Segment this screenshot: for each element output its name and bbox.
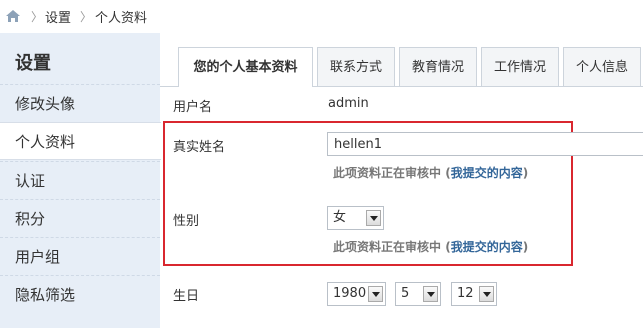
tab-work[interactable]: 工作情况 bbox=[481, 47, 559, 86]
sidebar-item-profile[interactable]: 个人资料 bbox=[0, 122, 161, 160]
birthday-day-select[interactable]: 12 bbox=[451, 282, 497, 306]
username-value: admin bbox=[328, 96, 369, 111]
submitted-content-paren: ) bbox=[522, 240, 529, 254]
submitted-content-link[interactable]: 我提交的内容 bbox=[451, 240, 523, 254]
tab-basic-info[interactable]: 您的个人基本资料 bbox=[178, 47, 313, 87]
breadcrumb-profile[interactable]: 个人资料 bbox=[95, 7, 147, 26]
gender-label: 性别 bbox=[173, 214, 200, 229]
tab-contact[interactable]: 联系方式 bbox=[317, 47, 395, 86]
realname-label: 真实姓名 bbox=[173, 140, 226, 155]
home-icon[interactable] bbox=[5, 9, 21, 23]
submitted-content-paren: ) bbox=[522, 166, 529, 180]
gender-select[interactable]: 女 bbox=[327, 206, 384, 230]
sidebar-item-avatar[interactable]: 修改头像 bbox=[0, 84, 160, 122]
sidebar-item-privacy[interactable]: 隐私筛选 bbox=[0, 275, 160, 313]
sidebar: 设置 修改头像 个人资料 认证 积分 用户组 隐私筛选 bbox=[0, 33, 161, 328]
realname-input[interactable] bbox=[327, 132, 643, 156]
username-label: 用户名 bbox=[173, 100, 213, 115]
birthday-year-value: 1980 bbox=[333, 286, 367, 301]
tab-personal-info[interactable]: 个人信息 bbox=[563, 47, 641, 86]
tab-education[interactable]: 教育情况 bbox=[399, 47, 477, 86]
review-status-text: 此项资料正在审核中 bbox=[333, 240, 442, 254]
chevron-right-icon: 〉 bbox=[31, 10, 44, 24]
birthday-day-value: 12 bbox=[457, 286, 474, 301]
sidebar-item-points[interactable]: 积分 bbox=[0, 199, 160, 237]
breadcrumb-settings[interactable]: 设置 bbox=[45, 7, 71, 26]
sidebar-item-verification[interactable]: 认证 bbox=[0, 161, 160, 199]
gender-select-value: 女 bbox=[333, 210, 347, 225]
birthday-month-select[interactable]: 5 bbox=[395, 282, 441, 306]
breadcrumb: 〉 设置 〉 个人资料 bbox=[0, 0, 643, 32]
realname-review-note: 此项资料正在审核中 (我提交的内容) bbox=[333, 164, 528, 181]
submitted-content-link[interactable]: 我提交的内容 bbox=[451, 166, 523, 180]
review-status-text: 此项资料正在审核中 bbox=[333, 166, 442, 180]
sidebar-title: 设置 bbox=[15, 53, 51, 74]
chevron-right-icon: 〉 bbox=[80, 10, 93, 24]
chevron-down-icon bbox=[423, 286, 438, 302]
chevron-down-icon bbox=[366, 210, 381, 226]
chevron-down-icon bbox=[368, 286, 383, 302]
birthday-label: 生日 bbox=[173, 289, 200, 304]
gender-review-note: 此项资料正在审核中 (我提交的内容) bbox=[333, 238, 528, 255]
birthday-year-select[interactable]: 1980 bbox=[327, 282, 386, 306]
sidebar-item-usergroup[interactable]: 用户组 bbox=[0, 237, 160, 275]
chevron-down-icon bbox=[479, 286, 494, 302]
birthday-month-value: 5 bbox=[401, 286, 410, 301]
